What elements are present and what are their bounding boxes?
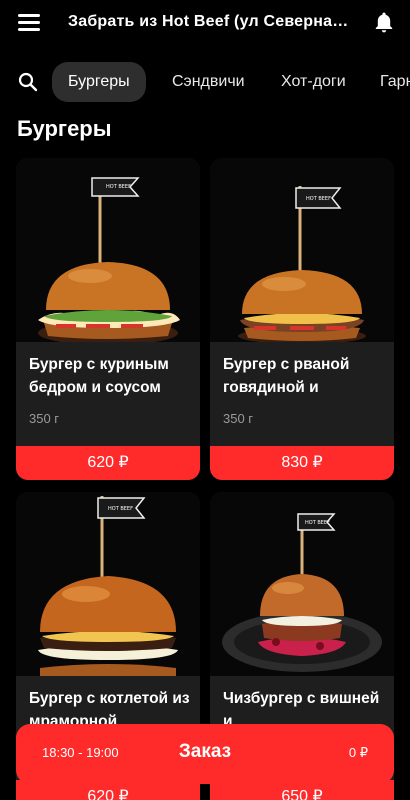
app-header: Забрать из Hot Beef (ул Северная... <box>0 0 410 46</box>
bell-icon[interactable] <box>372 10 396 34</box>
order-button[interactable]: 18:30 - 19:00 Заказ 0 ₽ <box>16 724 394 784</box>
product-card[interactable]: HOT BEEF Бургер с куриным бедром и соусо… <box>16 158 200 480</box>
category-tabs: Бургеры Сэндвичи Хот-доги Гарн <box>0 62 410 102</box>
hamburger-menu-icon[interactable] <box>18 14 40 32</box>
product-photo: HOT BEEF <box>210 158 394 344</box>
product-photo: HOT BEEF <box>16 492 200 676</box>
product-photo: HOT BEEF <box>210 492 394 676</box>
product-weight: 350 г <box>223 411 254 426</box>
svg-text:HOT BEEF: HOT BEEF <box>306 196 331 202</box>
section-title: Бургеры <box>17 116 112 141</box>
tab-burgers[interactable]: Бургеры <box>52 62 146 102</box>
price-button[interactable]: 830 ₽ <box>210 446 394 480</box>
svg-text:HOT BEEF: HOT BEEF <box>305 520 330 526</box>
tab-sandwiches[interactable]: Сэндвичи <box>172 62 245 102</box>
price-button[interactable]: 620 ₽ <box>16 446 200 480</box>
product-name: Бургер с куриным бедром и соусом <box>29 356 169 396</box>
product-photo: HOT BEEF <box>16 158 200 345</box>
svg-text:HOT BEEF: HOT BEEF <box>108 506 133 512</box>
order-label: Заказ <box>178 741 232 762</box>
order-total: 0 ₽ <box>348 745 368 760</box>
pickup-location-title[interactable]: Забрать из Hot Beef (ул Северная... <box>68 13 353 31</box>
product-weight: 350 г <box>29 411 60 426</box>
product-card[interactable]: HOT BEEF Бургер с рваной говядиной и 350… <box>210 158 394 480</box>
search-icon[interactable] <box>18 72 38 92</box>
tab-sides[interactable]: Гарн <box>380 62 410 102</box>
tab-hot-dogs[interactable]: Хот-доги <box>281 62 346 102</box>
svg-text:HOT BEEF: HOT BEEF <box>106 184 131 190</box>
product-name: Бургер с рваной говядиной и <box>223 356 350 396</box>
